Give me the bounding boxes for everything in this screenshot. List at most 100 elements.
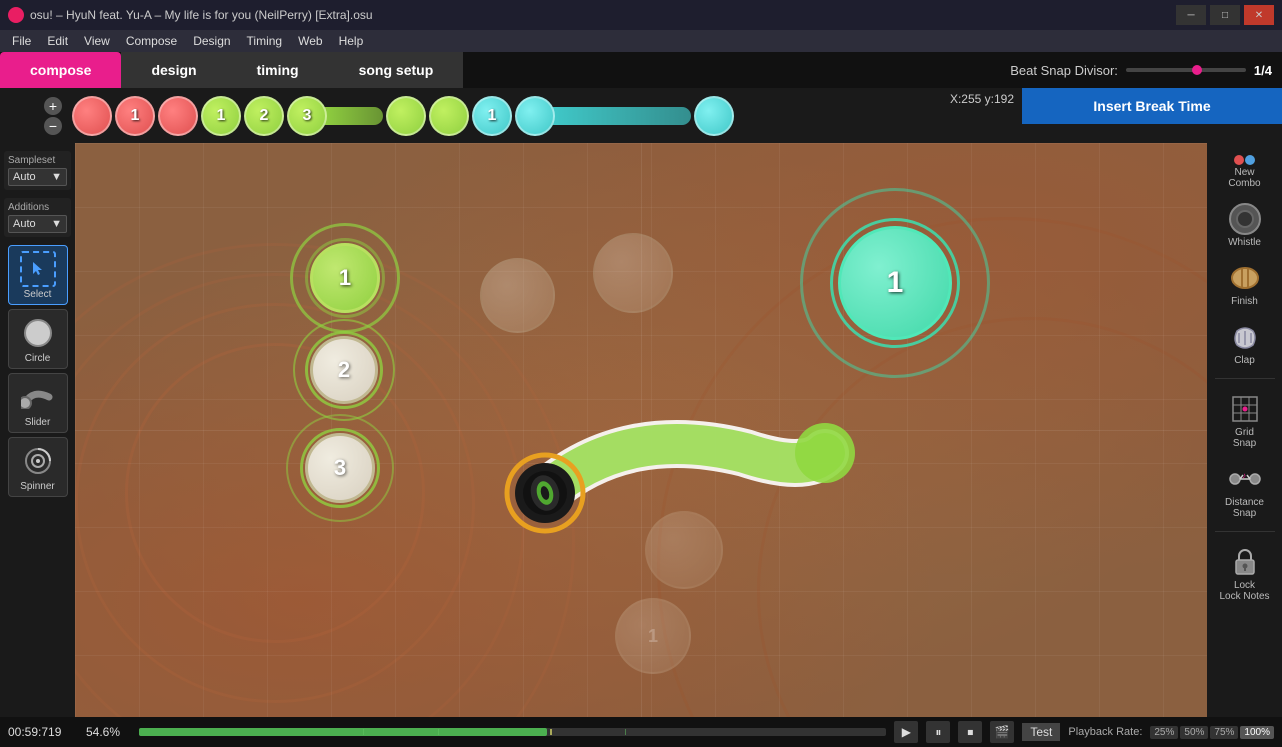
hit-object-ghost-4[interactable]: 1 [615, 598, 691, 674]
close-button[interactable]: ✕ [1244, 5, 1274, 25]
playback-options: 25% 50% 75% 100% [1150, 726, 1274, 739]
additions-label: Additions [8, 202, 67, 213]
tab-bar: compose design timing song setup Beat Sn… [0, 52, 1282, 88]
spinner-label: Spinner [20, 481, 54, 492]
beat-snap-value: 1/4 [1254, 63, 1272, 78]
select-tool[interactable]: Select [8, 245, 68, 305]
playback-label: Playback Rate: [1068, 726, 1142, 738]
maximize-button[interactable]: □ [1210, 5, 1240, 25]
select-icon [20, 251, 56, 287]
app-icon [8, 7, 24, 23]
distance-snap-label: Snap [1233, 508, 1256, 519]
hit-object-ghost-2[interactable] [593, 233, 673, 313]
minimize-button[interactable]: ─ [1176, 5, 1206, 25]
hit-object-ghost-1[interactable] [480, 258, 555, 333]
timeline-circle[interactable] [694, 96, 734, 136]
select-label: Select [24, 289, 52, 300]
pause-button[interactable]: ⏸ [926, 721, 950, 743]
timeline-circle[interactable] [72, 96, 112, 136]
menu-design[interactable]: Design [185, 32, 238, 50]
zoom-display: 54.6% [86, 725, 131, 739]
left-toolbar: Sampleset Auto ▼ Additions Auto ▼ Select… [0, 143, 75, 717]
beat-snap-label: Beat Snap Divisor: [1010, 63, 1118, 78]
beat-snap-area: Beat Snap Divisor: 1/4 [1000, 52, 1282, 88]
coords-display: X:255 y:192 [942, 88, 1022, 110]
lock-notes-tool[interactable]: Lock Lock Notes [1211, 540, 1279, 606]
menu-help[interactable]: Help [331, 32, 372, 50]
window-title: osu! – HyuN feat. Yu-A – My life is for … [30, 8, 1176, 22]
sampleset-dropdown[interactable]: Auto ▼ [8, 168, 67, 186]
finish-tool[interactable]: Finish [1211, 256, 1279, 311]
timeline: + − 11231 [0, 88, 1022, 143]
playback-100[interactable]: 100% [1240, 726, 1274, 739]
timeline-plus[interactable]: + [44, 97, 62, 115]
playback-75[interactable]: 75% [1210, 726, 1238, 739]
slider-icon [20, 379, 56, 415]
timeline-slider[interactable] [515, 96, 691, 136]
sampleset-label: Sampleset [8, 155, 67, 166]
menu-file[interactable]: File [4, 32, 39, 50]
timeline-circle[interactable]: 1 [472, 96, 512, 136]
whistle-label: Whistle [1228, 237, 1261, 248]
cursor-icon [30, 261, 46, 277]
sampleset-section: Sampleset Auto ▼ [4, 151, 71, 190]
timeline-minus[interactable]: − [44, 117, 62, 135]
bottom-bar: 00:59:719 54.6% ▶ ⏸ ⏹ 🎬 Test Playback Ra… [0, 717, 1282, 747]
menu-web[interactable]: Web [290, 32, 330, 50]
distance-snap-tool[interactable]: ♪ Distance Snap [1211, 457, 1279, 523]
slider-tool[interactable]: Slider [8, 373, 68, 433]
tab-design[interactable]: design [121, 52, 226, 88]
progress-bar[interactable] [139, 728, 886, 736]
additions-section: Additions Auto ▼ [4, 198, 71, 237]
tab-compose[interactable]: compose [0, 52, 121, 88]
svg-text:♪: ♪ [1242, 471, 1246, 480]
whistle-tool[interactable]: Whistle [1211, 197, 1279, 252]
circle-label: Circle [25, 353, 51, 364]
stop-button[interactable]: ⏹ [958, 721, 982, 743]
timeline-circle[interactable]: 2 [244, 96, 284, 136]
hit-object-1[interactable]: 1 [305, 238, 385, 318]
grid-snap-label: Snap [1233, 438, 1256, 449]
playback-50[interactable]: 50% [1180, 726, 1208, 739]
menu-edit[interactable]: Edit [39, 32, 76, 50]
canvas-area[interactable]: 1 2 3 1 [75, 143, 1207, 717]
playback-25[interactable]: 25% [1150, 726, 1178, 739]
hit-object-ghost-3[interactable] [645, 511, 723, 589]
hit-object-3[interactable]: 3 [300, 428, 380, 508]
play-button[interactable]: ▶ [894, 721, 918, 743]
timeline-circle[interactable] [386, 96, 426, 136]
timeline-slider[interactable]: 3 [287, 96, 383, 136]
menu-compose[interactable]: Compose [118, 32, 185, 50]
new-combo-tool[interactable]: New Combo [1211, 151, 1279, 193]
video-button[interactable]: 🎬 [990, 721, 1014, 743]
clap-tool[interactable]: Clap [1211, 315, 1279, 370]
divider-1 [1215, 378, 1275, 379]
titlebar: osu! – HyuN feat. Yu-A – My life is for … [0, 0, 1282, 30]
circle-icon [20, 315, 56, 351]
hit-object-2[interactable]: 2 [305, 331, 383, 409]
timeline-circle[interactable] [429, 96, 469, 136]
beat-snap-slider[interactable] [1126, 68, 1246, 72]
tab-song-setup[interactable]: song setup [329, 52, 464, 88]
tab-timing[interactable]: timing [227, 52, 329, 88]
hit-object-big-teal[interactable]: 1 [830, 218, 960, 348]
timeline-objects: 11231 [68, 92, 982, 140]
timeline-circle[interactable]: 1 [201, 96, 241, 136]
menu-view[interactable]: View [76, 32, 118, 50]
timeline-circle[interactable]: 1 [115, 96, 155, 136]
grid-snap-tool[interactable]: Grid Snap [1211, 387, 1279, 453]
slider-label: Slider [25, 417, 51, 428]
additions-dropdown[interactable]: Auto ▼ [8, 215, 67, 233]
circle-tool[interactable]: Circle [8, 309, 68, 369]
beat-snap-thumb[interactable] [1192, 65, 1202, 75]
insert-break-button[interactable]: Insert Break Time [1022, 88, 1282, 124]
new-combo-label: New [1234, 167, 1254, 178]
finish-label: Finish [1231, 296, 1258, 307]
spinner-tool[interactable]: Spinner [8, 437, 68, 497]
spinner-icon [20, 443, 56, 479]
window-controls: ─ □ ✕ [1176, 5, 1274, 25]
test-button[interactable]: Test [1022, 723, 1060, 741]
menu-timing[interactable]: Timing [239, 32, 291, 50]
timeline-circle[interactable] [158, 96, 198, 136]
right-toolbar: New Combo Whistle Finish [1207, 143, 1282, 717]
